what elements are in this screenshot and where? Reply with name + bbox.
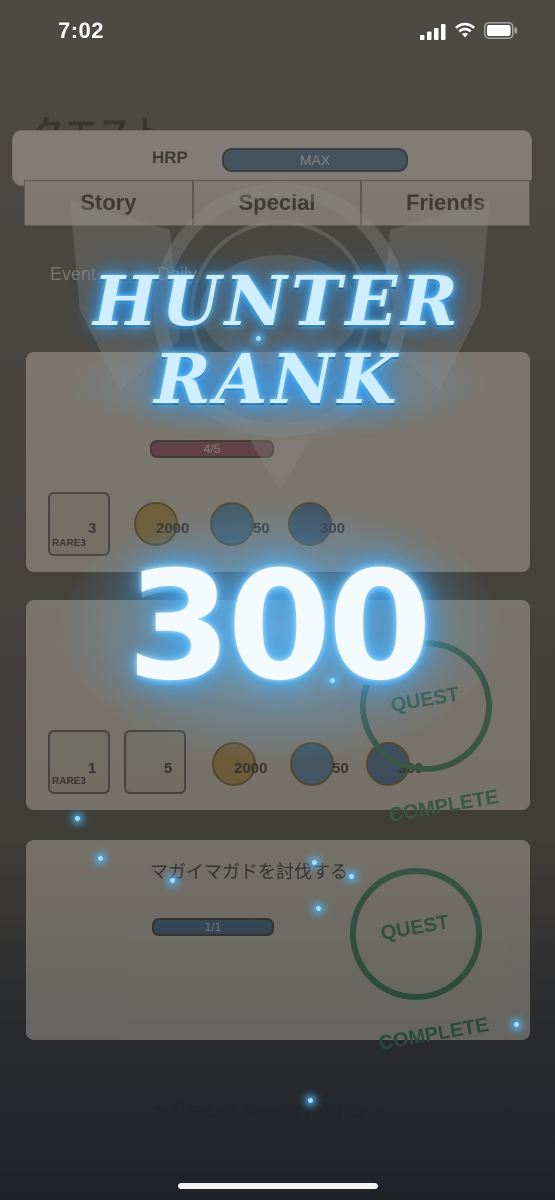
hunter-rank-value: 300 xyxy=(126,540,432,714)
quest-name: 大型モンスターを討伐する xyxy=(150,1102,366,1122)
sparkle xyxy=(349,874,354,879)
sparkle xyxy=(98,856,103,861)
sparkle xyxy=(75,816,80,821)
status-bar: 7:02 xyxy=(0,0,555,62)
wifi-icon xyxy=(455,22,475,38)
reward-count: 3 xyxy=(88,520,97,537)
sparkle xyxy=(514,1022,519,1027)
reward-count: 5 xyxy=(164,760,173,777)
hunter-rank-title-line1: HUNTER xyxy=(93,262,462,342)
quest-progress: 1/1 xyxy=(152,918,274,936)
reward-rarity: RARE3 xyxy=(52,776,86,787)
sparkle xyxy=(308,1098,313,1103)
sparkle xyxy=(256,336,261,341)
status-time: 7:02 xyxy=(58,18,105,43)
quest-name: マガイマガドを討伐する xyxy=(150,862,348,882)
home-indicator[interactable] xyxy=(178,1183,378,1189)
sparkle xyxy=(170,878,175,883)
cellular-signal-icon xyxy=(420,24,446,40)
hunter-rank-up-screen[interactable]: クエスト HRP MAX Story Special Friends Event… xyxy=(0,0,555,1200)
sparkle xyxy=(312,860,317,865)
reward-points: 50 xyxy=(332,760,349,777)
battery-icon xyxy=(484,22,517,39)
reward-zenny: 2000 xyxy=(234,760,268,777)
hunter-rank-title-line2: RANK xyxy=(154,340,401,420)
reward-count: 1 xyxy=(88,760,97,777)
sparkle xyxy=(330,678,335,683)
sparkle xyxy=(316,906,321,911)
